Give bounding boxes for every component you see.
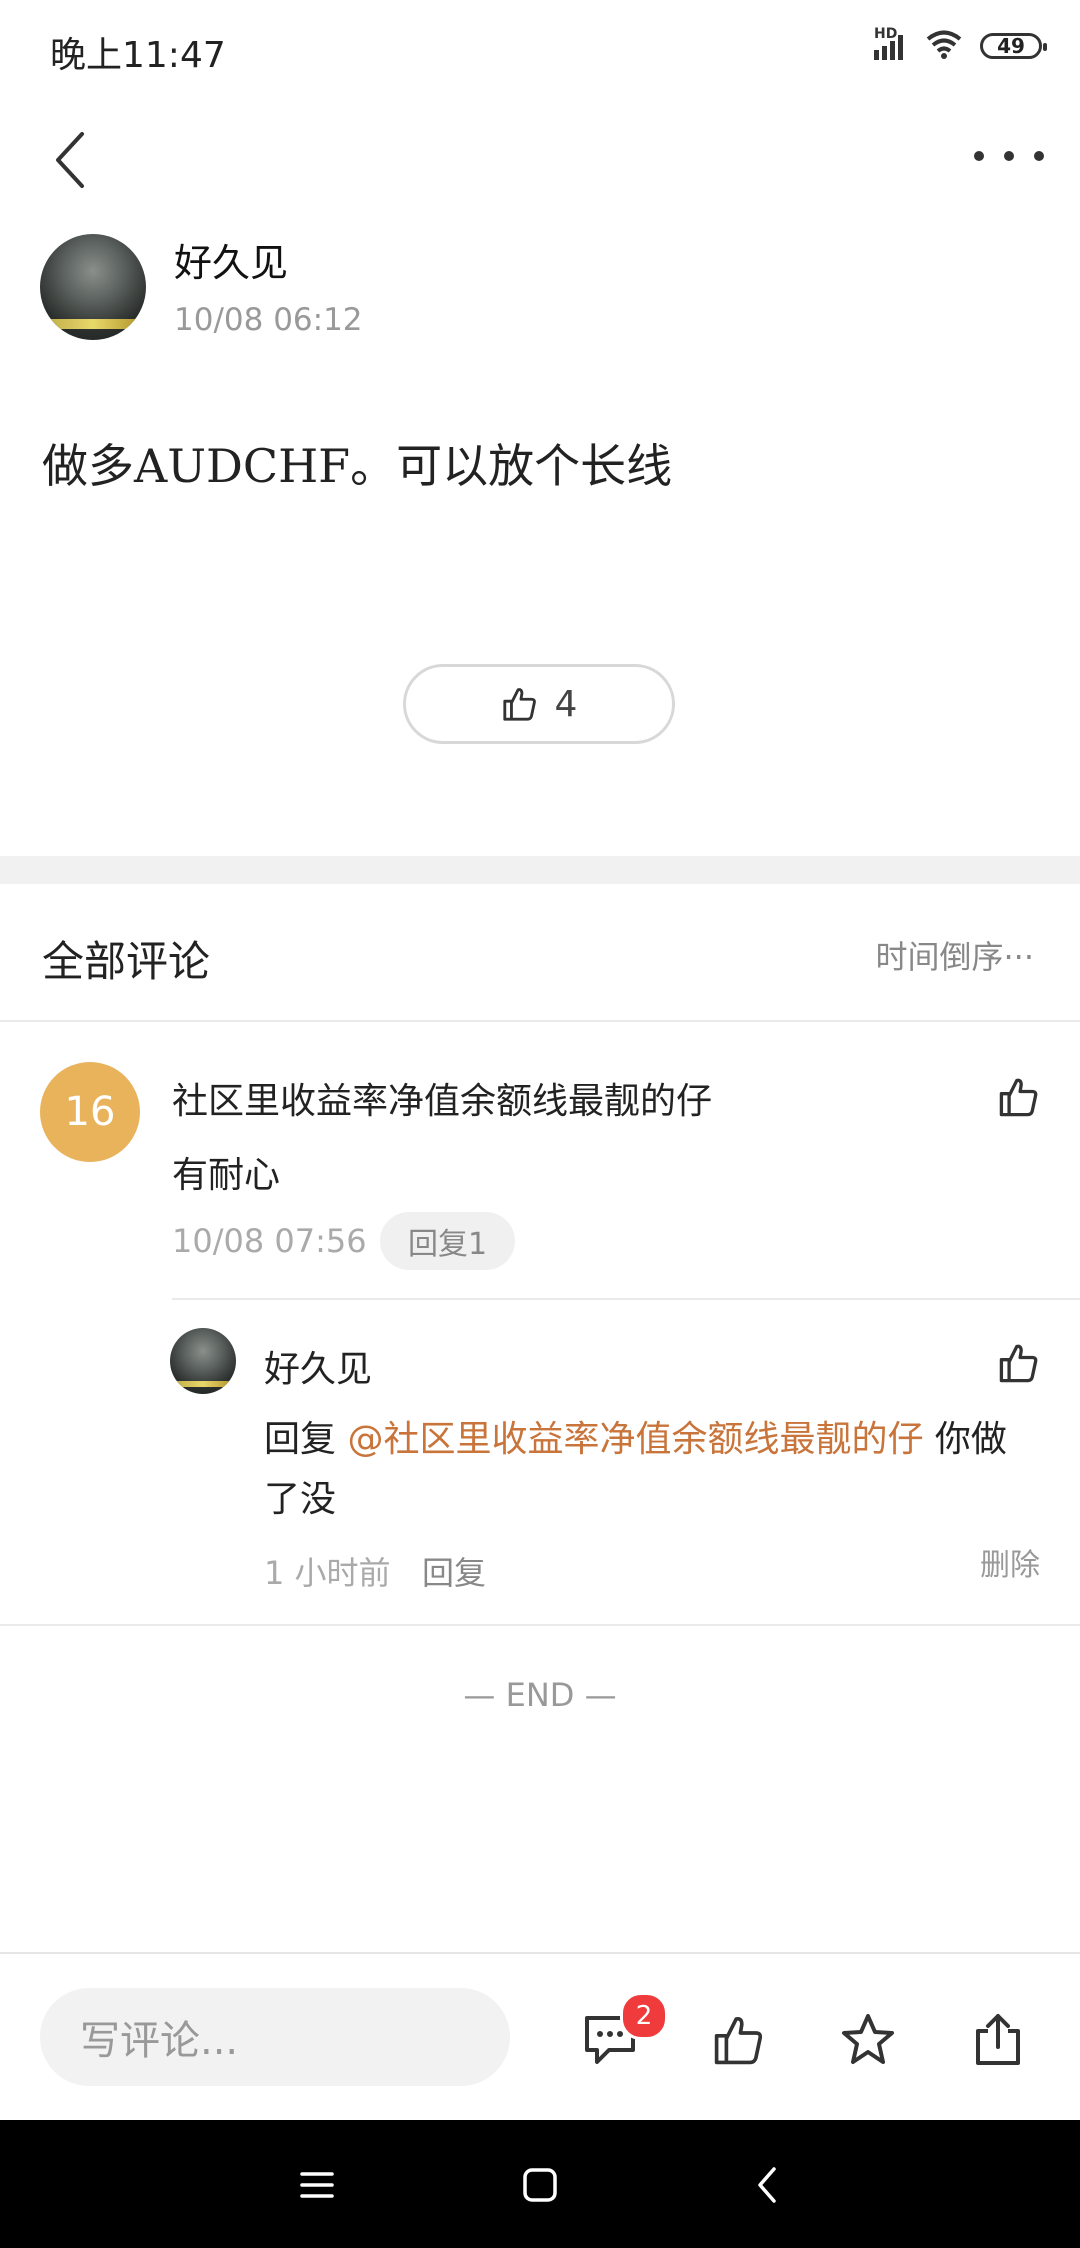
sort-order-button[interactable]: 时间倒序··· — [875, 932, 1034, 978]
ellipsis-icon: ··· — [1003, 938, 1034, 976]
reply-button[interactable]: 回复 — [422, 1548, 486, 1594]
back-button[interactable] — [40, 120, 100, 200]
author-avatar[interactable] — [40, 234, 146, 340]
comments-end-divider — [0, 1624, 1080, 1626]
post-content: 做多AUDCHF。可以放个长线 — [42, 439, 673, 493]
reply-time: 1 小时前 — [264, 1554, 391, 1592]
post-like-count: 4 — [554, 683, 578, 725]
comment-count-badge: 2 — [620, 1992, 668, 2040]
home-button[interactable] — [505, 2150, 575, 2220]
comment-text: 有耐心 — [172, 1155, 281, 1196]
battery-icon: 49 — [980, 33, 1047, 59]
comments-header-divider — [0, 1020, 1080, 1022]
home-icon — [523, 2168, 557, 2202]
comment-like-button[interactable] — [994, 1072, 1044, 1122]
post-time: 10/08 06:12 — [174, 302, 363, 338]
bottom-bar-divider — [0, 1952, 1080, 1954]
reply-author-name[interactable]: 好久见 — [264, 1340, 372, 1392]
network-type: HD — [874, 26, 898, 42]
reply-divider — [172, 1298, 1080, 1300]
reply-prefix: 回复 — [264, 1419, 348, 1460]
commenter-avatar[interactable]: 16 — [40, 1062, 140, 1162]
like-button[interactable] — [707, 2008, 771, 2072]
thumbs-up-icon — [502, 688, 536, 721]
post-like-button[interactable]: 4 — [403, 664, 675, 744]
comment-time: 10/08 07:56 — [172, 1222, 367, 1260]
wifi-icon — [924, 28, 964, 64]
menu-button[interactable] — [282, 2150, 352, 2220]
signal-icon: HD — [874, 26, 908, 60]
end-marker: — END — — [463, 1676, 617, 1714]
more-icon — [974, 151, 984, 161]
thumbs-up-icon — [999, 1078, 1038, 1117]
section-divider — [0, 856, 1080, 884]
system-back-button[interactable] — [732, 2150, 802, 2220]
comment-input[interactable]: 写评论... — [40, 1988, 510, 2086]
mention-link[interactable]: @社区里收益率净值余额线最靓的仔 — [347, 1419, 923, 1460]
chevron-left-icon — [56, 132, 84, 188]
share-button[interactable] — [966, 2008, 1030, 2072]
reply-text: 回复 @社区里收益率净值余额线最靓的仔 你做了没 — [264, 1410, 1034, 1530]
view-replies-button[interactable]: 回复1 — [380, 1212, 516, 1270]
thumbs-up-icon — [999, 1344, 1038, 1383]
back-icon — [758, 2167, 776, 2203]
status-icons: HD 49 — [874, 26, 1047, 64]
reply-avatar[interactable] — [170, 1328, 236, 1394]
status-time: 晚上11:47 — [50, 35, 226, 76]
sort-label: 时间倒序 — [875, 938, 1004, 976]
comments-title: 全部评论 — [42, 937, 211, 986]
menu-icon — [300, 2172, 334, 2198]
delete-button[interactable]: 删除 — [980, 1540, 1040, 1584]
star-icon — [842, 2014, 894, 2064]
thumbs-up-icon — [714, 2016, 763, 2065]
author-name[interactable]: 好久见 — [174, 232, 288, 287]
commenter-name[interactable]: 社区里收益率净值余额线最靓的仔 — [172, 1072, 712, 1124]
share-icon — [976, 2014, 1020, 2065]
reply-like-button[interactable] — [994, 1338, 1044, 1388]
more-options-button[interactable] — [974, 136, 1044, 176]
favorite-button[interactable] — [836, 2008, 900, 2072]
